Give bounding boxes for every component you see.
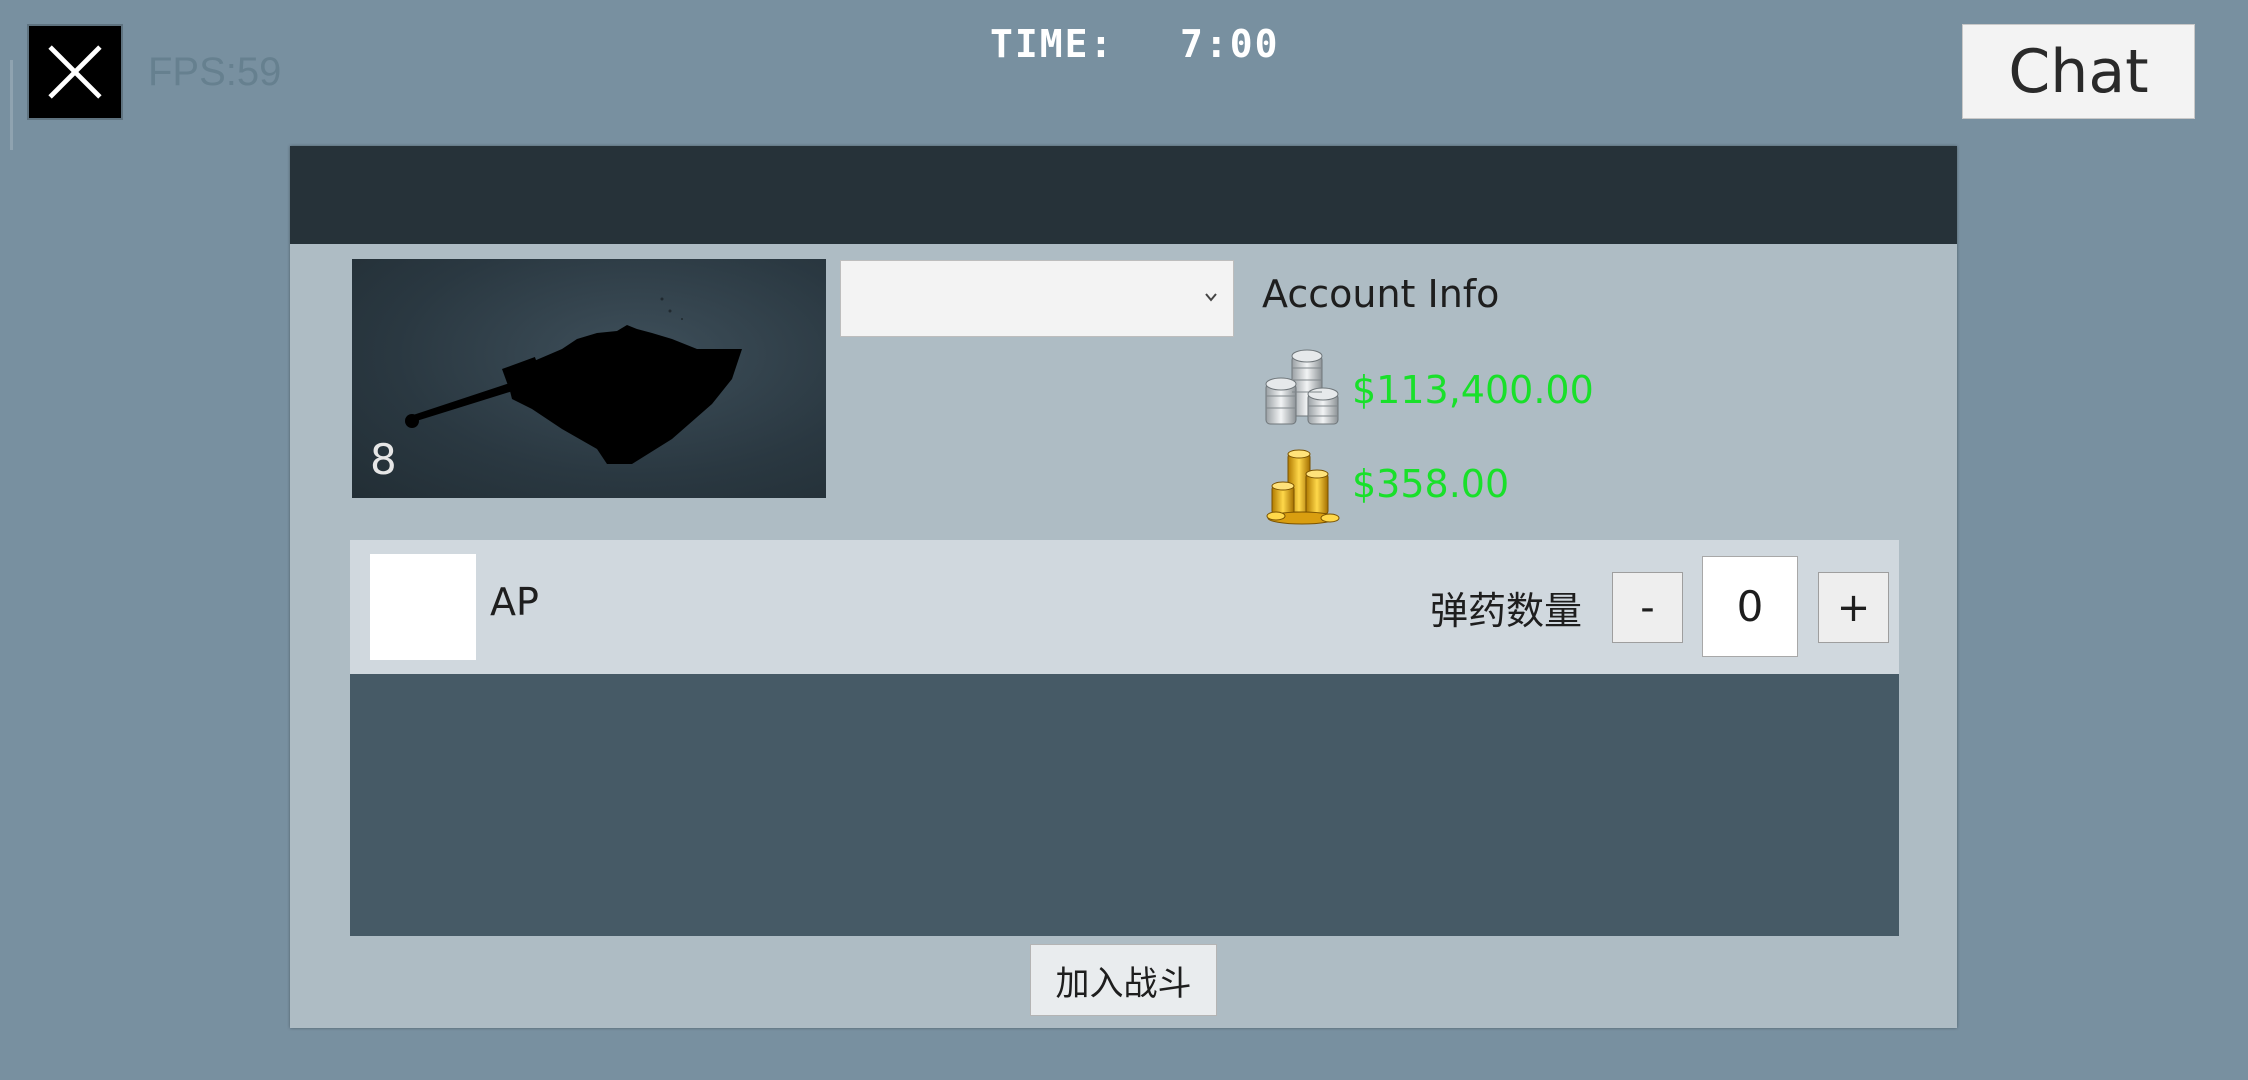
ammo-icon — [370, 554, 476, 660]
gold-balance: $358.00 — [1352, 462, 1510, 506]
game-screen: FPS:59 TIME: 7:00 Chat 8 Account Info $1… — [0, 0, 2248, 1080]
increase-ammo-button[interactable]: + — [1818, 572, 1889, 643]
tank-silhouette-icon — [405, 297, 742, 464]
account-info-title: Account Info — [1262, 272, 1500, 316]
gold-coins-icon — [1266, 449, 1340, 525]
close-button[interactable] — [27, 24, 123, 120]
silver-balance: $113,400.00 — [1352, 368, 1594, 412]
ammo-name: AP — [490, 580, 539, 624]
time-label: TIME: — [990, 22, 1115, 66]
fps-counter: FPS:59 — [148, 50, 282, 94]
loadout-panel: 8 Account Info $113,400.00 $358.00 AP 弹药… — [290, 146, 1957, 1028]
chevron-down-icon — [1205, 293, 1217, 302]
silver-coins-icon — [1265, 349, 1339, 425]
chat-button[interactable]: Chat — [1962, 24, 2195, 119]
close-icon — [48, 45, 102, 99]
decrease-ammo-button[interactable]: - — [1612, 572, 1683, 643]
vehicle-select[interactable] — [840, 260, 1234, 337]
panel-header — [290, 146, 1957, 244]
ammo-list-area — [350, 674, 1899, 936]
join-battle-button[interactable]: 加入战斗 — [1030, 944, 1217, 1016]
ammo-count-label: 弹药数量 — [1430, 589, 1583, 633]
ammo-row: AP 弹药数量 - 0 + — [350, 540, 1899, 674]
tank-preview[interactable]: 8 — [352, 259, 826, 498]
ammo-quantity-input[interactable]: 0 — [1702, 556, 1798, 657]
vehicle-level: 8 — [370, 435, 397, 484]
edge-scroll-handle[interactable] — [10, 60, 13, 150]
time-value: 7:00 — [1180, 22, 1280, 66]
